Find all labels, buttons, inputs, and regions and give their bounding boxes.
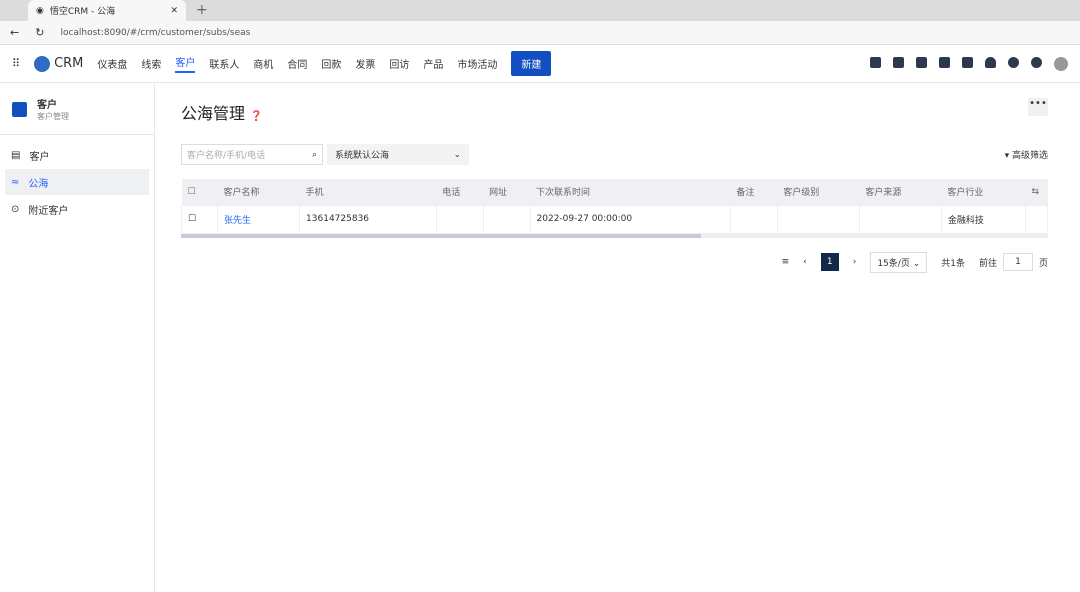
nav-visits[interactable]: 回访: [389, 56, 409, 71]
customer-name-link[interactable]: 张先生: [216, 204, 301, 234]
search-placeholder: 客户名称/手机/电话: [187, 151, 266, 161]
total-count: 共1条: [941, 258, 965, 269]
new-tab-icon[interactable]: +: [196, 2, 208, 18]
next-page-icon[interactable]: ›: [853, 257, 857, 267]
gear-icon[interactable]: [1031, 56, 1042, 68]
nav-contracts[interactable]: 合同: [287, 56, 307, 71]
log-icon[interactable]: [916, 56, 927, 68]
avatar[interactable]: [1054, 56, 1068, 71]
nav-dashboard[interactable]: 仪表盘: [97, 56, 127, 71]
bell-icon[interactable]: [985, 56, 996, 68]
crm-favicon-icon: ◉: [36, 5, 44, 16]
back-icon[interactable]: ←: [10, 26, 19, 39]
search-icon[interactable]: ⌕: [312, 150, 317, 160]
cell-level: [776, 204, 860, 234]
col-header[interactable]: 客户名称: [217, 179, 300, 205]
table-row[interactable]: ☐ 张先生 13614725836 2022-09-27 00:00:00 金融…: [181, 204, 1048, 234]
cell-mobile: 13614725836: [299, 204, 437, 234]
url-input[interactable]: localhost:8090/#/crm/customer/subs/seas: [60, 28, 250, 38]
logo[interactable]: CRM: [34, 55, 84, 72]
pagination: ≡ ‹ 1 › 15条/页 ⌄ 共1条 前往 1 页: [181, 251, 1048, 273]
col-header[interactable]: 客户行业: [941, 179, 1026, 205]
sidebar-item-customers[interactable]: ▤ 客户: [5, 142, 149, 168]
top-nav: ⠿ CRM 仪表盘 线索 客户 联系人 商机 合同 回款 发票 回访 产品 市场…: [0, 45, 1080, 83]
task-icon[interactable]: [870, 56, 881, 68]
col-header[interactable]: 下次联系时间: [530, 179, 731, 205]
col-header[interactable]: 备注: [730, 179, 778, 205]
nav-invoices[interactable]: 发票: [355, 56, 375, 71]
help-icon[interactable]: ❓: [250, 111, 262, 122]
more-button[interactable]: •••: [1028, 98, 1048, 116]
cell-industry: 金融科技: [940, 204, 1027, 234]
search-input[interactable]: 客户名称/手机/电话 ⌕: [181, 144, 323, 165]
pool-value: 系统默认公海: [335, 151, 390, 161]
cell-next-contact: 2022-09-27 00:00:00: [529, 204, 731, 234]
browser-tab[interactable]: ◉ 悟空CRM - 公海 ✕: [28, 0, 186, 21]
sidebar-title: 客户: [37, 100, 57, 111]
apps-grid-icon[interactable]: ⠿: [12, 57, 20, 70]
sidebar-item-seas[interactable]: ≈ 公海: [5, 169, 149, 195]
customer-module-icon: [12, 101, 27, 117]
phone-icon[interactable]: [939, 56, 950, 68]
select-all-checkbox[interactable]: ☐: [188, 187, 196, 197]
col-header[interactable]: 手机: [299, 179, 437, 205]
cell-source: [858, 204, 942, 234]
sidebar-item-label: 公海: [28, 178, 49, 190]
filter-icon: ▾: [1004, 151, 1012, 161]
new-button[interactable]: 新建: [511, 51, 552, 76]
location-icon: ⊙: [11, 203, 20, 215]
page-unit: 页: [1038, 258, 1048, 269]
sidebar-item-label: 附近客户: [28, 205, 69, 217]
col-header[interactable]: 网址: [483, 179, 531, 205]
page-list-icon[interactable]: ≡: [782, 257, 790, 267]
nav-opportunities[interactable]: 商机: [253, 56, 273, 71]
sidebar-subtitle: 客户管理: [37, 112, 69, 121]
goto-label: 前往: [978, 258, 997, 269]
cell-website: [482, 204, 531, 234]
main-content: 公海管理 ❓ ••• 客户名称/手机/电话 ⌕ 系统默认公海 ⌄ ▾ 高级筛选 ☐ …: [181, 84, 1048, 273]
sidebar-item-nearby[interactable]: ⊙ 附近客户: [5, 196, 149, 222]
list-icon: ▤: [11, 149, 21, 161]
logo-text: CRM: [54, 56, 84, 71]
tab-title: 悟空CRM - 公海: [49, 7, 116, 17]
advanced-filter-button[interactable]: ▾ 高级筛选: [1005, 148, 1048, 161]
customer-table: ☐ 客户名称 手机 电话 网址 下次联系时间 备注 客户级别 客户来源 客户行业…: [181, 179, 1048, 234]
prev-page-icon[interactable]: ‹: [803, 257, 807, 267]
page-size-value: 15条/页: [877, 258, 910, 269]
sidebar: 客户 客户管理 ▤ 客户 ≈ 公海 ⊙ 附近客户: [0, 84, 155, 592]
advanced-filter-label: 高级筛选: [1011, 151, 1048, 161]
cell-remark: [729, 204, 778, 234]
user-icon[interactable]: [893, 56, 904, 68]
reload-icon[interactable]: ↻: [35, 26, 44, 39]
nav-leads[interactable]: 线索: [141, 56, 161, 71]
nav-customers[interactable]: 客户: [175, 54, 196, 73]
help-icon[interactable]: [1008, 56, 1019, 68]
col-header[interactable]: 客户级别: [777, 179, 860, 205]
nav-contacts[interactable]: 联系人: [209, 56, 239, 71]
page-number[interactable]: 1: [820, 253, 839, 271]
chevron-down-icon: ⌄: [453, 149, 461, 160]
browser-tabbar: ◉ 悟空CRM - 公海 ✕ +: [0, 0, 1080, 21]
goto-page-input[interactable]: 1: [1002, 253, 1033, 271]
sidebar-item-label: 客户: [29, 151, 50, 163]
close-tab-icon[interactable]: ✕: [170, 6, 178, 16]
horizontal-scrollbar[interactable]: [181, 233, 1048, 238]
page-title: 公海管理: [181, 104, 246, 123]
nav-products[interactable]: 产品: [423, 56, 443, 71]
nav-payments[interactable]: 回款: [321, 56, 341, 71]
nav-marketing[interactable]: 市场活动: [457, 56, 497, 71]
column-settings-icon[interactable]: ⇆: [1032, 187, 1040, 197]
logo-icon: [34, 55, 51, 72]
col-header[interactable]: 电话: [436, 179, 484, 205]
pool-select[interactable]: 系统默认公海 ⌄: [327, 144, 469, 165]
cell-phone: [435, 204, 484, 234]
page-size-select[interactable]: 15条/页 ⌄: [870, 251, 928, 273]
calendar-icon[interactable]: [962, 56, 973, 68]
address-bar: ← ↻ localhost:8090/#/crm/customer/subs/se…: [0, 21, 1080, 45]
waves-icon: ≈: [11, 176, 20, 188]
row-checkbox[interactable]: ☐: [188, 214, 196, 224]
col-header[interactable]: 客户来源: [859, 179, 942, 205]
